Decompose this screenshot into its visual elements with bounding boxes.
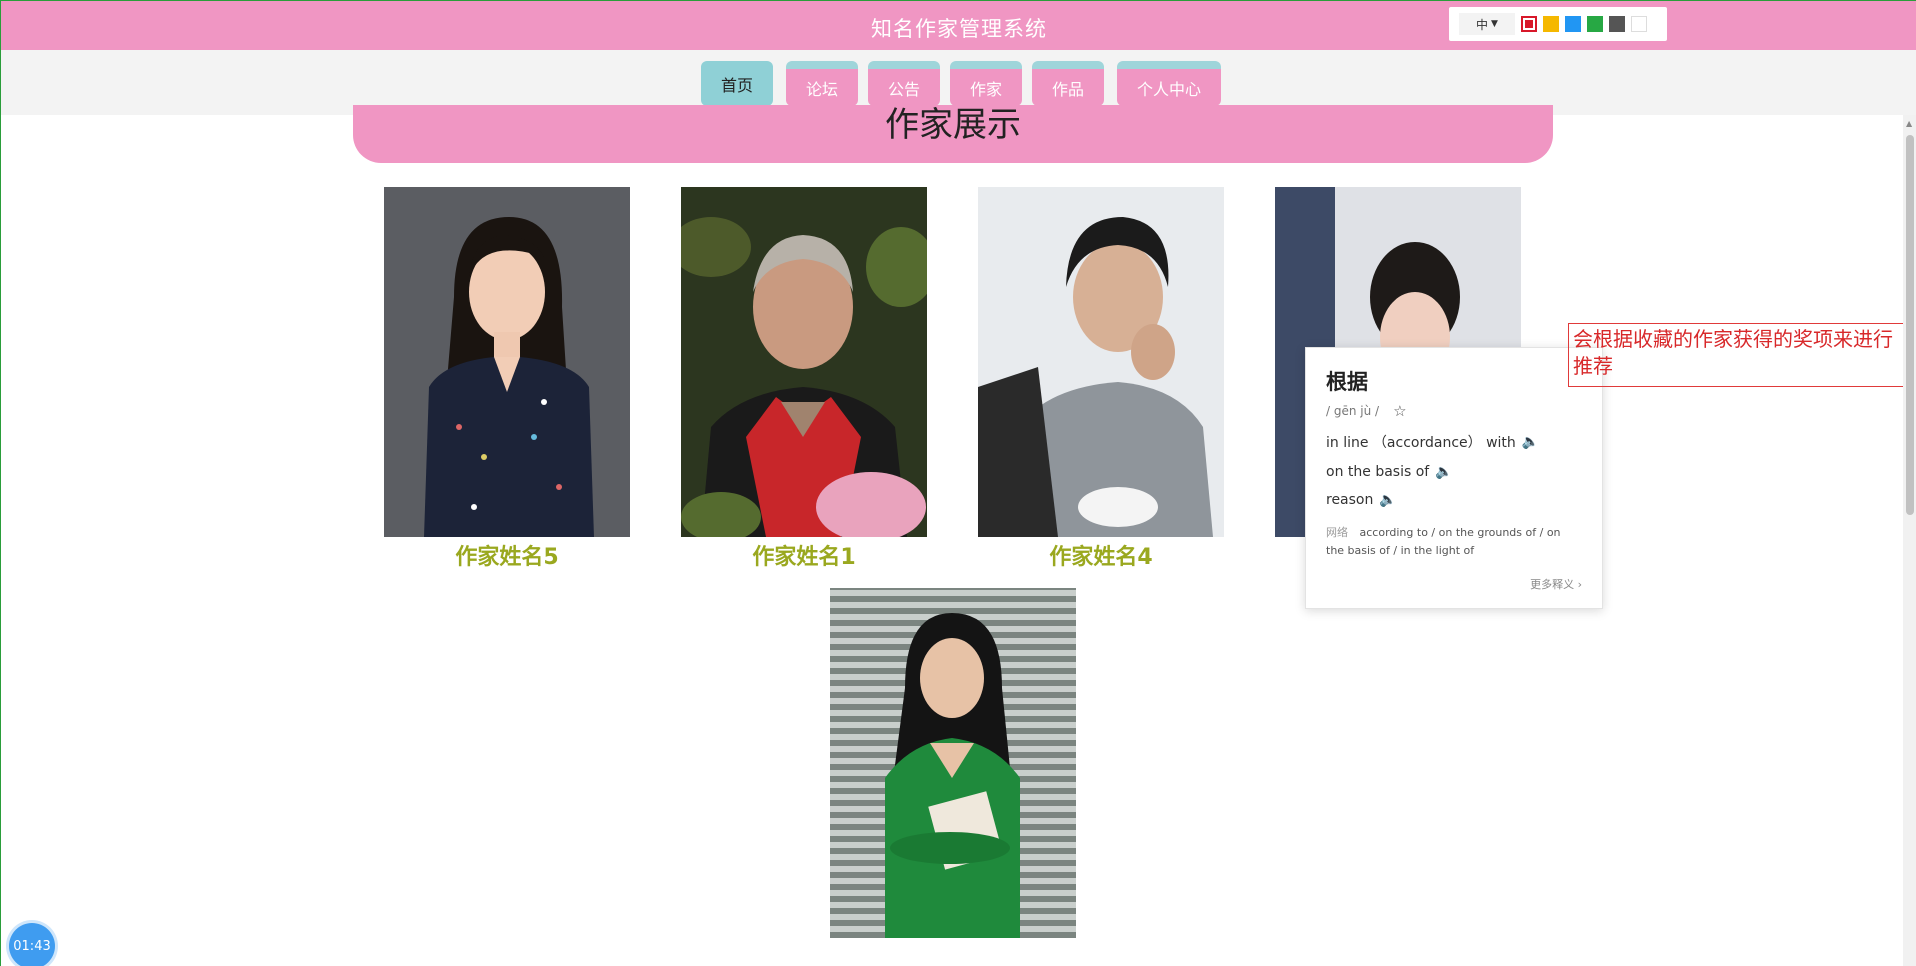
dict-more-link[interactable]: 更多释义 › — [1530, 576, 1582, 592]
dict-meaning-text: reason — [1326, 492, 1374, 508]
writer-portrait-illustration — [885, 613, 1020, 938]
dict-meaning-text: in line （accordance） with — [1326, 435, 1516, 451]
dict-meaning: reason 🔈 — [1326, 492, 1582, 508]
writer-name[interactable]: 作家姓名1 — [681, 539, 927, 571]
annotation-textbox[interactable]: 会根据收藏的作家获得的奖项来进行推荐 — [1568, 323, 1913, 387]
writer-photo[interactable] — [384, 187, 630, 537]
writer-name[interactable]: 作家姓名5 — [384, 539, 630, 571]
writer-portrait-illustration — [681, 187, 927, 537]
writer-card[interactable] — [830, 588, 1076, 940]
nav-home[interactable]: 首页 — [701, 61, 773, 106]
language-label: 中 — [1476, 17, 1489, 32]
top-header: 知名作家管理系统 中 ▼ — [1, 1, 1916, 50]
scrollbar-thumb[interactable] — [1906, 135, 1914, 515]
color-swatch-green[interactable] — [1587, 16, 1603, 32]
nav-forum[interactable]: 论坛 — [786, 61, 858, 106]
dict-meaning: in line （accordance） with 🔈 — [1326, 432, 1582, 452]
section-title: 作家展示 — [885, 105, 1021, 145]
language-select[interactable]: 中 ▼ — [1459, 13, 1515, 35]
dict-pinyin-row: / gēn jù / ☆ — [1326, 402, 1582, 420]
dict-meaning-text: on the basis of — [1326, 464, 1430, 480]
translation-popup: 根据 / gēn jù / ☆ in line （accordance） wit… — [1305, 347, 1603, 609]
page-scrollbar[interactable]: ▲ — [1903, 115, 1916, 966]
writer-photo[interactable] — [830, 588, 1076, 938]
color-swatch-white[interactable] — [1631, 16, 1647, 32]
speaker-icon[interactable]: 🔈 — [1435, 464, 1452, 480]
caret-down-icon: ▼ — [1491, 19, 1498, 29]
dict-meaning: on the basis of 🔈 — [1326, 464, 1582, 480]
translation-toolbox: 中 ▼ — [1449, 7, 1667, 41]
speaker-icon[interactable]: 🔈 — [1379, 492, 1396, 508]
dict-word: 根据 — [1326, 370, 1368, 394]
nav-writers[interactable]: 作家 — [950, 61, 1022, 106]
color-swatch-yellow[interactable] — [1543, 16, 1559, 32]
star-icon[interactable]: ☆ — [1393, 402, 1406, 420]
writer-portrait-illustration — [424, 217, 594, 537]
nav-works[interactable]: 作品 — [1032, 61, 1104, 106]
dict-web-definition: 网络 according to / on the grounds of / on… — [1326, 524, 1582, 560]
speaker-icon[interactable]: 🔈 — [1522, 434, 1539, 450]
dict-web-text: according to / on the grounds of / on th… — [1326, 526, 1561, 557]
nav-personal-center[interactable]: 个人中心 — [1117, 61, 1221, 106]
writer-photo[interactable] — [978, 187, 1224, 537]
color-swatch-red[interactable] — [1521, 16, 1537, 32]
writer-card[interactable]: 作家姓名4 — [978, 187, 1224, 571]
writer-name[interactable]: 作家姓名4 — [978, 539, 1224, 571]
scroll-up-arrow-icon[interactable]: ▲ — [1906, 119, 1912, 128]
writer-photo[interactable] — [681, 187, 927, 537]
writer-card[interactable]: 作家姓名5 — [384, 187, 630, 571]
section-banner: 作家展示 — [353, 105, 1553, 163]
recording-timer[interactable]: 01:43 — [9, 923, 55, 966]
color-swatch-blue[interactable] — [1565, 16, 1581, 32]
nav-announcement[interactable]: 公告 — [868, 61, 940, 106]
writer-card[interactable]: 作家姓名1 — [681, 187, 927, 571]
writer-portrait-illustration — [978, 187, 1224, 537]
color-swatch-gray[interactable] — [1609, 16, 1625, 32]
dict-web-label: 网络 — [1326, 526, 1348, 539]
dict-pinyin: / gēn jù / — [1326, 404, 1380, 418]
